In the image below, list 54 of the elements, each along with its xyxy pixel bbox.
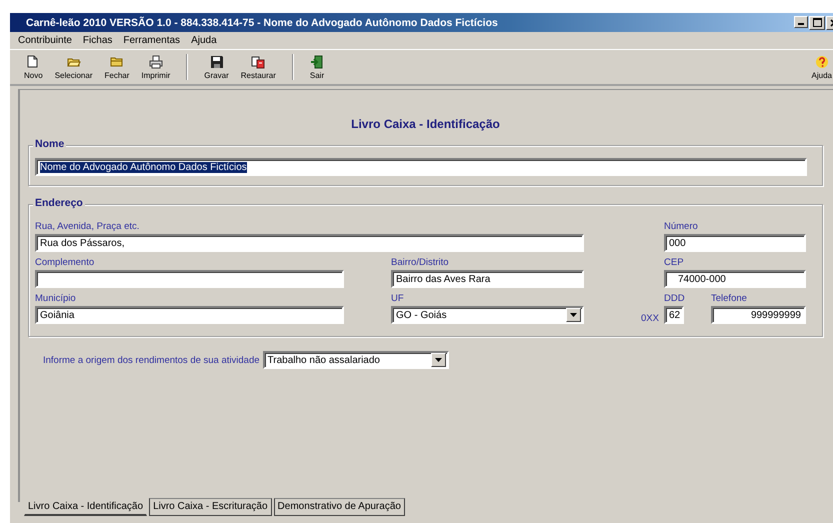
toolbar-button[interactable]: Selecionar	[48, 50, 98, 84]
minimize-button[interactable]	[794, 16, 808, 28]
text-field[interactable]: 62	[664, 306, 684, 324]
minimize-icon	[798, 22, 804, 24]
caret-icon	[434, 358, 442, 362]
menu-item[interactable]: Fichas	[82, 35, 112, 46]
tab[interactable]: Demonstrativo de Apuração	[274, 498, 405, 516]
field-label: CEP	[664, 256, 685, 270]
window-title: Carnê-leão 2010 VERSÃO 1.0 - 884.338.414-75 - Nome do Advogado Autônomo Dados Fictícios	[26, 16, 499, 28]
toolbar-button[interactable]: Novo	[18, 50, 49, 84]
text-field[interactable]: 000	[664, 234, 806, 252]
text-field[interactable]: 999999999	[711, 306, 806, 324]
caret-icon	[570, 313, 577, 317]
folder-icon	[110, 54, 124, 68]
group-title: Endereço	[33, 197, 85, 209]
printer-icon	[148, 54, 163, 68]
dropdown-field[interactable]: Trabalho não assalariado	[262, 351, 449, 369]
field-label: Município	[35, 292, 77, 306]
toolbar-button[interactable]: Fechar	[98, 50, 136, 84]
group-title: Nome	[33, 138, 66, 150]
tab[interactable]: Livro Caixa - Escrituração	[149, 498, 272, 516]
field-label: Complemento	[35, 256, 96, 270]
text-field[interactable]: Goiânia	[35, 306, 344, 324]
toolbar-button[interactable]: Restaurar	[234, 50, 282, 84]
text-field[interactable]: 74000-000	[664, 270, 806, 288]
text-field[interactable]: Bairro das Aves Rara	[391, 270, 584, 288]
toolbar-button[interactable]: Sair	[304, 50, 330, 84]
field-label: Telefone	[711, 292, 748, 306]
field-prefix: 0XX	[641, 313, 660, 324]
text-field[interactable]	[35, 270, 344, 288]
field-label: Informe a origem dos rendimentos de sua atividade	[43, 354, 260, 366]
field-label: UF	[391, 292, 405, 306]
door-icon	[310, 54, 324, 68]
menu-item[interactable]: Contribuinte	[18, 35, 72, 46]
form-heading: Livro Caixa - Identificação	[350, 117, 501, 131]
field-label: DDD	[664, 292, 684, 306]
dropdown-button[interactable]	[430, 353, 446, 367]
field-label: Bairro/Distrito	[391, 256, 450, 270]
maximize-icon	[812, 18, 822, 27]
field-label: Rua, Avenida, Praça etc.	[35, 220, 140, 234]
text-field[interactable]: Rua dos Pássaros,	[35, 234, 584, 252]
text-field[interactable]: Nome do Advogado Autônomo Dados Fictícios	[35, 158, 807, 176]
menu-item[interactable]: Ferramentas	[123, 35, 180, 46]
field-label: Número	[664, 220, 699, 234]
menu-item[interactable]: Ajuda	[191, 35, 217, 46]
dropdown-field[interactable]: GO - Goiás	[391, 306, 584, 324]
document-icon	[26, 54, 40, 68]
dropdown-button[interactable]	[566, 308, 581, 322]
document-icon	[251, 54, 266, 68]
help-button[interactable]: Ajuda	[806, 50, 833, 84]
help-icon	[814, 54, 829, 68]
maximize-button[interactable]	[809, 16, 825, 30]
toolbar-button[interactable]: Imprimir	[135, 50, 176, 84]
toolbar-button[interactable]: Gravar	[198, 50, 235, 84]
